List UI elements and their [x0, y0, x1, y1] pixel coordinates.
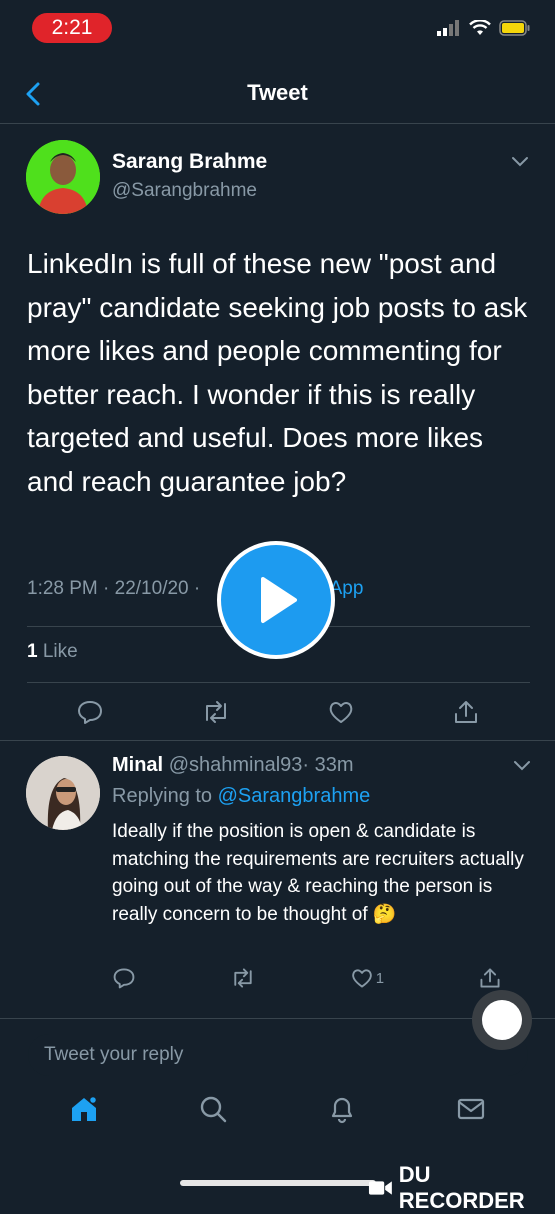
like-count-value: 1 [27, 641, 38, 662]
like-count[interactable]: 1 Like [27, 641, 78, 663]
reply-actions: 1 [112, 966, 502, 990]
avatar[interactable] [26, 140, 100, 214]
notifications-icon[interactable] [326, 1093, 358, 1125]
divider [0, 740, 555, 741]
reply-menu-button[interactable] [513, 760, 531, 772]
tweet-menu-button[interactable] [511, 156, 529, 168]
share-icon[interactable] [478, 966, 502, 990]
home-icon[interactable] [68, 1093, 100, 1125]
reply-author-handle[interactable]: @shahminal93 [169, 754, 303, 776]
tweet-actions [28, 698, 528, 726]
play-button[interactable] [217, 541, 335, 659]
chevron-down-icon [512, 157, 528, 167]
author-handle[interactable]: @Sarangbrahme [112, 180, 257, 202]
reply-input[interactable]: Tweet your reply [28, 1034, 528, 1076]
reply-author-name[interactable]: Minal [112, 754, 163, 776]
recorder-floating-button[interactable] [472, 990, 532, 1050]
wifi-icon [469, 20, 491, 35]
thinking-emoji: 🤔 [372, 903, 397, 925]
like-icon[interactable] [327, 698, 355, 726]
play-icon [261, 577, 297, 623]
recorder-label: DU RECORDER [398, 1162, 525, 1213]
reply-age: · 33m [302, 754, 354, 776]
status-icons [437, 20, 531, 36]
author-name[interactable]: Sarang Brahme [112, 150, 267, 174]
reply-body: Ideally if the position is open & candid… [112, 821, 524, 925]
like-count-label: Like [42, 641, 78, 662]
divider [0, 123, 555, 124]
like-icon [352, 969, 372, 988]
recorder-watermark: DU RECORDER [368, 1162, 555, 1214]
reply-avatar[interactable] [26, 756, 100, 830]
video-camera-icon [368, 1181, 392, 1195]
tweet-text: LinkedIn is full of these new "post and … [27, 248, 528, 497]
replying-to: Replying to @Sarangbrahme [112, 785, 370, 808]
page-title: Tweet [247, 80, 308, 105]
tweet-timestamp: 1:28 PM · 22/10/20 · [27, 578, 201, 599]
retweet-icon[interactable] [230, 966, 256, 990]
chevron-down-icon [514, 761, 530, 771]
tab-bar [0, 1093, 555, 1125]
search-icon[interactable] [197, 1093, 229, 1125]
messages-icon[interactable] [455, 1093, 487, 1125]
reply-icon[interactable] [112, 966, 136, 990]
share-icon[interactable] [452, 698, 480, 726]
divider [27, 682, 530, 683]
signal-icon [437, 20, 459, 36]
reply-icon[interactable] [76, 698, 104, 726]
battery-icon [499, 20, 530, 36]
status-time: 2:21 [32, 13, 112, 43]
reply-like-count: 1 [375, 969, 385, 987]
reply-header: Minal @shahminal93· 33m [112, 754, 354, 777]
replying-to-link[interactable]: @Sarangbrahme [218, 785, 371, 807]
retweet-icon[interactable] [201, 698, 231, 726]
home-indicator [180, 1180, 376, 1186]
replying-to-label: Replying to [112, 785, 213, 807]
reply-like-button[interactable]: 1 [350, 966, 384, 990]
reply-text: Ideally if the position is open & candid… [112, 818, 532, 928]
